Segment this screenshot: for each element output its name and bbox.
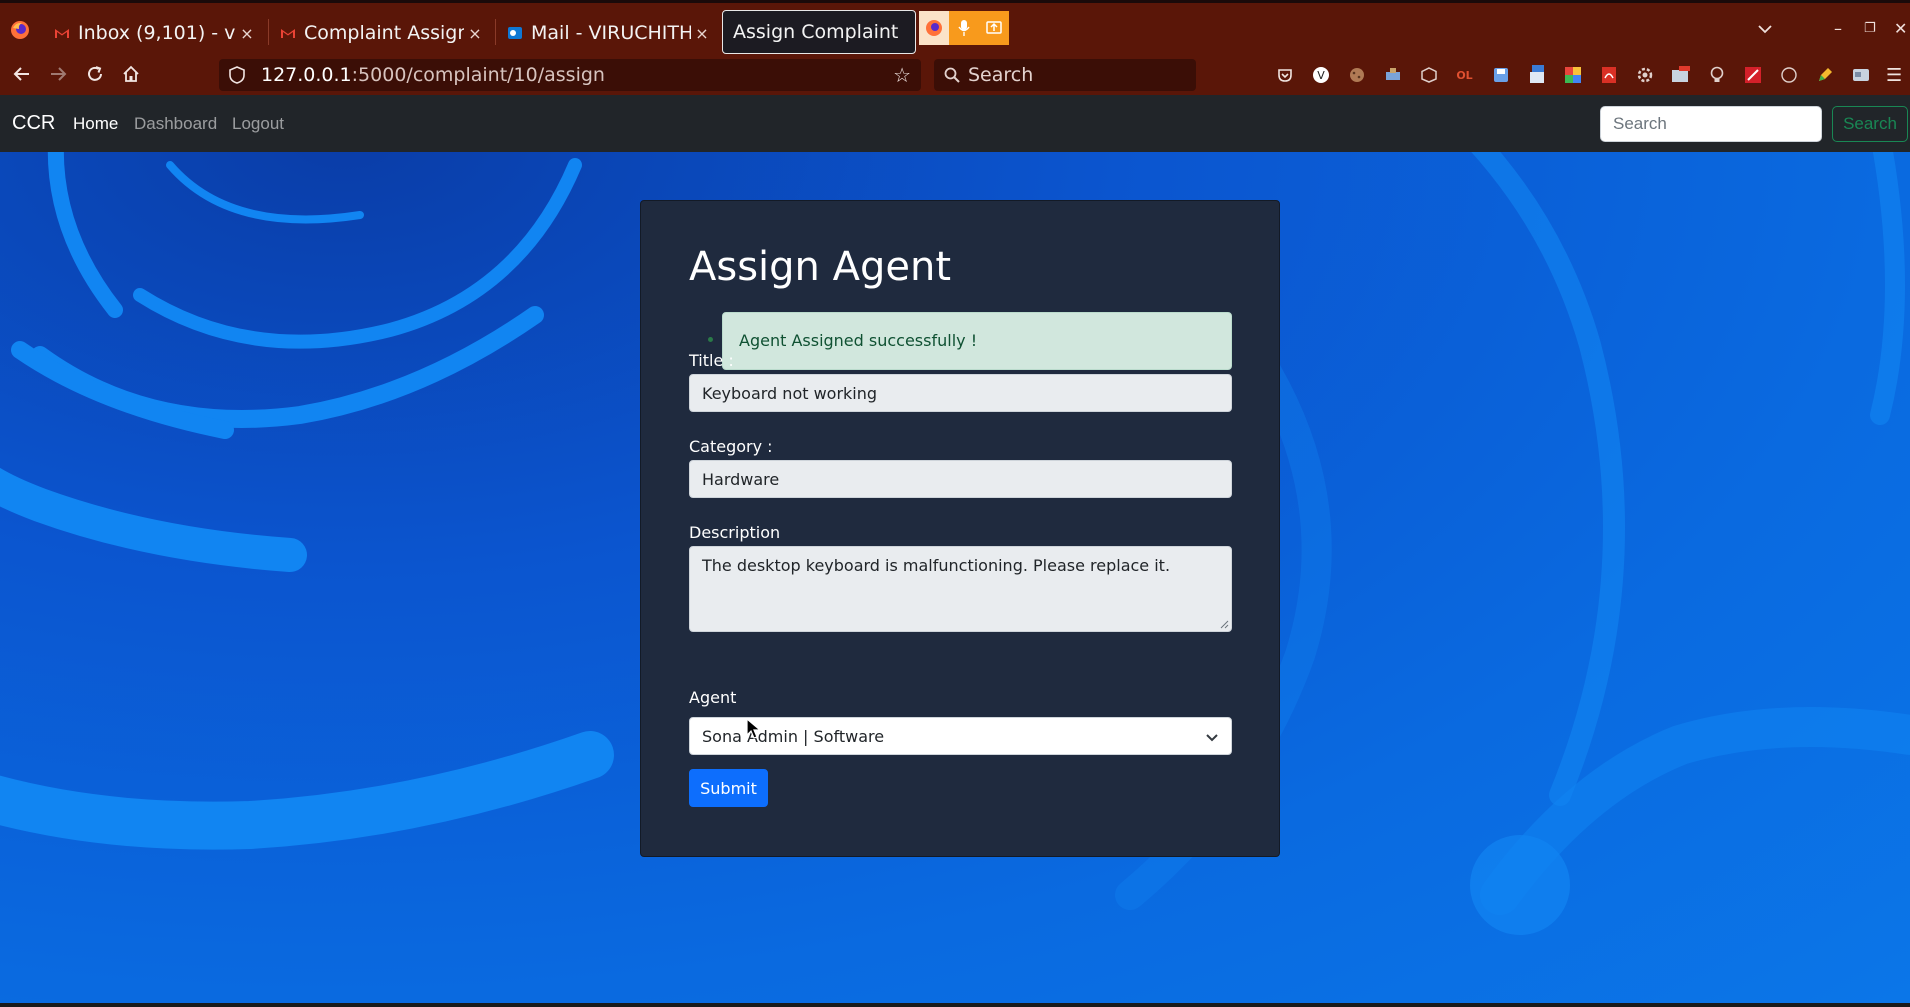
title-label: Title : xyxy=(689,351,734,370)
vimium-icon[interactable]: V xyxy=(1308,63,1333,87)
list-all-tabs-icon[interactable] xyxy=(1758,24,1772,34)
description-textarea[interactable]: The desktop keyboard is malfunctioning. … xyxy=(689,546,1232,632)
outlook-icon xyxy=(508,27,522,39)
forward-icon[interactable] xyxy=(49,66,67,82)
nav-dashboard-link[interactable]: Dashboard xyxy=(134,114,217,134)
home-icon[interactable] xyxy=(122,65,140,83)
category-value: Hardware xyxy=(702,470,780,489)
nav-home-link[interactable]: Home xyxy=(73,114,118,134)
resize-handle-icon[interactable] xyxy=(1219,619,1229,629)
browser-search-bar[interactable]: Search xyxy=(934,59,1196,91)
app-search-input[interactable]: Search xyxy=(1600,106,1822,142)
agent-label: Agent xyxy=(689,688,737,707)
microphone-icon[interactable] xyxy=(949,11,979,45)
bulb-icon[interactable] xyxy=(1704,63,1729,87)
close-tab-icon[interactable]: × xyxy=(691,24,713,43)
title-value: Keyboard not working xyxy=(702,384,878,403)
nav-logout-link[interactable]: Logout xyxy=(232,114,284,134)
category-field[interactable]: Hardware xyxy=(689,460,1232,498)
submit-button[interactable]: Submit xyxy=(689,769,768,807)
tab-assign-complaint[interactable]: Assign Complaint xyxy=(722,10,916,54)
firefox-icon[interactable] xyxy=(919,11,949,45)
bottom-edge xyxy=(0,1003,1910,1007)
gmail-icon xyxy=(281,29,295,38)
agent-select[interactable]: Sona Admin | Software xyxy=(689,717,1232,755)
app-navbar: CCR Home Dashboard Logout Search Search xyxy=(0,95,1910,152)
description-label: Description xyxy=(689,523,781,542)
tab-outlook-mail[interactable]: Mail - VIRUCHITH G × xyxy=(497,11,713,55)
description-value: The desktop keyboard is malfunctioning. … xyxy=(702,556,1171,575)
agent-selected-value: Sona Admin | Software xyxy=(702,727,885,746)
brand-logo[interactable]: CCR xyxy=(12,112,55,135)
success-alert: Agent Assigned successfully ! xyxy=(722,312,1232,370)
marker-extension-icon[interactable] xyxy=(1740,63,1765,87)
grid-extension-icon[interactable] xyxy=(1560,63,1585,87)
save-icon[interactable] xyxy=(1488,63,1513,87)
tab-divider xyxy=(495,19,496,45)
box-icon[interactable] xyxy=(1416,63,1441,87)
tab-inbox[interactable]: Inbox (9,101) - viruc × xyxy=(44,11,258,55)
title-field[interactable]: Keyboard not working xyxy=(689,374,1232,412)
browser-tab-bar: Inbox (9,101) - viruc × Complaint Assign… xyxy=(0,0,1910,55)
tab-divider xyxy=(268,19,269,45)
window-extension-icon[interactable] xyxy=(1668,63,1693,87)
search-icon xyxy=(944,67,960,83)
list-bullet xyxy=(708,337,713,342)
category-label: Category : xyxy=(689,437,773,456)
pdf-extension-icon[interactable] xyxy=(1596,63,1621,87)
circle-extension-icon[interactable] xyxy=(1776,63,1801,87)
web-page: CCR Home Dashboard Logout Search Search … xyxy=(0,95,1910,1007)
url-bar[interactable]: 127.0.0.1:5000/complaint/10/assign ☆ xyxy=(219,59,921,174)
extensions-toolbar: V OL xyxy=(1272,63,1873,87)
back-icon[interactable] xyxy=(13,66,31,82)
browser-nav-bar: 127.0.0.1:5000/complaint/10/assign ☆ Sea… xyxy=(0,55,1910,174)
counter-extension-icon[interactable] xyxy=(1524,63,1549,87)
firefox-menu-icon[interactable] xyxy=(10,20,30,40)
page-title: Assign Agent xyxy=(689,244,952,290)
assign-agent-card: Assign Agent Agent Assigned successfully… xyxy=(640,200,1280,857)
pocket-icon[interactable] xyxy=(1272,63,1297,87)
tab-title: Mail - VIRUCHITH G xyxy=(531,22,691,44)
reload-icon[interactable] xyxy=(86,65,104,83)
svg-text:V: V xyxy=(1317,69,1325,82)
restore-icon[interactable]: ❐ xyxy=(1864,21,1876,36)
app-search-button[interactable]: Search xyxy=(1832,106,1908,142)
url-path: :5000/complaint/10/assign xyxy=(351,64,605,86)
tab-title: Complaint Assigned xyxy=(304,22,464,44)
close-tab-icon[interactable]: × xyxy=(236,24,258,43)
bookmark-star-icon[interactable]: ☆ xyxy=(893,63,911,87)
hamburger-menu-icon[interactable]: ☰ xyxy=(1886,65,1902,86)
tab-title: Assign Complaint xyxy=(733,21,899,43)
url-text[interactable]: 127.0.0.1:5000/complaint/10/assign xyxy=(261,64,605,86)
share-screen-icon[interactable] xyxy=(979,11,1009,45)
minimize-icon[interactable]: – xyxy=(1834,19,1842,38)
settings-gear-icon[interactable] xyxy=(1632,63,1657,87)
tab-complaint-assigned[interactable]: Complaint Assigned × xyxy=(270,11,486,55)
close-tab-icon[interactable]: × xyxy=(464,24,486,43)
url-host: 127.0.0.1 xyxy=(261,64,352,86)
tab-extension-icons xyxy=(919,11,1009,45)
tracking-protection-icon[interactable] xyxy=(227,65,247,85)
browser-search-placeholder: Search xyxy=(968,64,1034,86)
puzzle-extension-icon[interactable] xyxy=(1380,63,1405,87)
chevron-down-icon xyxy=(1206,734,1218,742)
gmail-icon xyxy=(55,29,69,38)
tab-title: Inbox (9,101) - viruc xyxy=(78,22,236,44)
mouse-cursor-icon xyxy=(746,718,762,739)
app-search-placeholder: Search xyxy=(1613,114,1667,133)
close-window-icon[interactable]: ✕ xyxy=(1894,19,1907,38)
ol-extension-icon[interactable]: OL xyxy=(1452,63,1477,87)
card-extension-icon[interactable] xyxy=(1848,63,1873,87)
pencil-extension-icon[interactable] xyxy=(1812,63,1837,87)
cookie-icon[interactable] xyxy=(1344,63,1369,87)
